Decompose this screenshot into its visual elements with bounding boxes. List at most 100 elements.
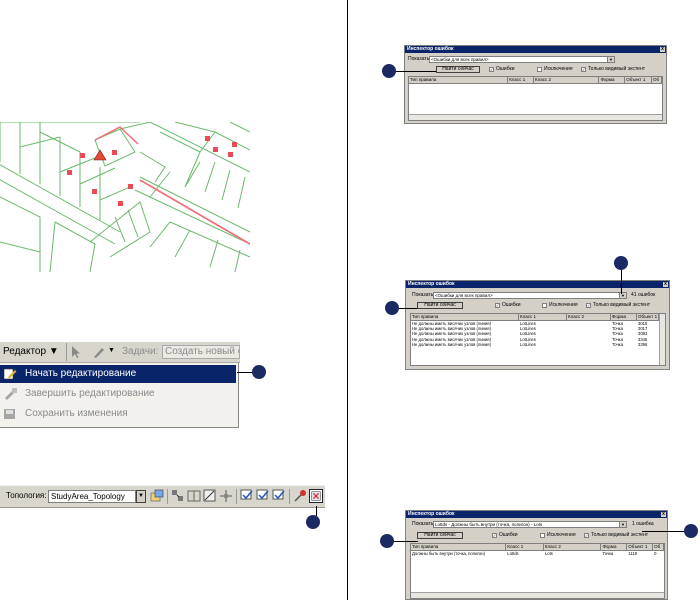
visible-extent-label: Только видимый экстент — [593, 302, 651, 308]
construct-features-icon[interactable] — [203, 489, 217, 503]
chevron-down-icon[interactable]: ▼ — [619, 522, 626, 527]
callout-marker — [380, 534, 394, 548]
start-editing-item[interactable]: Начать редактирование — [0, 365, 236, 383]
validate-all-icon[interactable] — [272, 489, 286, 503]
callout-leader — [237, 372, 253, 373]
find-now-button[interactable]: Найти сейчас — [417, 302, 463, 309]
show-dropdown[interactable]: <Ошибки для всех правил> ▼ — [429, 56, 615, 63]
callout-leader — [621, 270, 622, 294]
show-dropdown[interactable]: LotIds - Должны быть внутри (точка, поли… — [433, 521, 627, 528]
table-header: Тип правила Класс 1 Класс 2 Форма Объект… — [411, 314, 665, 321]
topology-map[interactable] — [0, 122, 250, 272]
find-now-button[interactable]: Найти сейчас — [436, 66, 480, 73]
callout-marker — [684, 524, 698, 538]
callout-leader — [396, 71, 436, 72]
editor-toolbar: Редактор ▼ ▼ Задачи: Создать новый об На… — [0, 342, 240, 428]
topology-edit-tool-icon[interactable] — [171, 489, 185, 503]
errors-table[interactable]: Тип правила Класс 1 Класс 2 Форма Объект… — [408, 76, 663, 121]
chevron-down-icon[interactable]: ▼ — [108, 347, 115, 354]
exceptions-label: Исключения — [547, 532, 576, 538]
show-value: LotIds - Должны быть внутри (точка, поли… — [435, 522, 543, 527]
visible-extent-label: Только видимый экстент — [588, 66, 646, 72]
show-label: Показать: — [408, 56, 431, 62]
chevron-down-icon[interactable]: ▼ — [607, 57, 614, 62]
errors-label: Ошибки — [499, 532, 518, 538]
callout-marker — [614, 256, 628, 270]
callout-leader — [394, 541, 418, 542]
exceptions-label: Исключения — [549, 302, 578, 308]
callout-leader — [642, 531, 684, 532]
shared-features-icon[interactable] — [187, 489, 201, 503]
validate-extent-icon[interactable] — [240, 489, 254, 503]
callout-marker — [382, 64, 396, 78]
window-title: Инспектор ошибок x — [406, 281, 669, 288]
error-count: 1 ошибка — [632, 521, 654, 527]
error-inspector-window-3: Инспектор ошибок x Показать: LotIds - До… — [405, 510, 668, 600]
table-header: Тип правила Класс 1 Класс 2 Форма Объект… — [411, 544, 664, 551]
map-topology-icon[interactable] — [150, 489, 164, 503]
exceptions-label: Исключения — [544, 66, 573, 72]
save-edits-item[interactable]: Сохранить изменения — [0, 405, 236, 423]
chevron-down-icon[interactable]: ▼ — [136, 490, 146, 503]
tasks-label: Задачи: — [122, 346, 159, 357]
show-label: Показать: — [412, 521, 435, 527]
callout-marker — [385, 301, 399, 315]
callout-marker — [306, 515, 320, 529]
stop-editing-item[interactable]: Завершить редактирование — [0, 385, 236, 403]
visible-extent-checkbox[interactable]: ✓ — [586, 303, 591, 308]
stop-editing-icon — [5, 388, 17, 400]
start-editing-icon — [4, 368, 17, 380]
errors-checkbox[interactable]: ✓ — [495, 303, 500, 308]
errors-checkbox[interactable]: ✓ — [489, 67, 494, 72]
table-row[interactable]: Не должны иметь висячих узлов (линия) Lo… — [411, 342, 665, 347]
topology-dropdown[interactable]: StudyArea_Topology — [48, 490, 136, 503]
validate-visible-icon[interactable] — [256, 489, 270, 503]
callout-marker — [252, 365, 266, 379]
topology-label: Топология: — [6, 491, 47, 500]
horizontal-scrollbar[interactable] — [409, 114, 662, 120]
find-now-button[interactable]: Найти сейчас — [417, 532, 463, 539]
errors-checkbox[interactable]: ✓ — [492, 533, 497, 538]
show-label: Показать: — [412, 292, 435, 298]
sketch-tool-icon[interactable] — [92, 345, 106, 359]
page-divider — [347, 0, 348, 600]
editor-bar: Редактор ▼ ▼ Задачи: Создать новый об — [0, 342, 240, 363]
errors-table[interactable]: Тип правила Класс 1 Класс 2 Форма Объект… — [410, 543, 665, 599]
callout-leader — [316, 506, 317, 516]
show-value: <Ошибки для всех правил> — [431, 57, 489, 62]
topology-value: StudyArea_Topology — [51, 492, 125, 501]
show-value: <Ошибки для всех правил> — [435, 293, 493, 298]
exceptions-checkbox[interactable] — [537, 67, 542, 72]
fix-topology-error-icon[interactable] — [293, 489, 307, 503]
exceptions-checkbox[interactable] — [542, 303, 547, 308]
error-inspector-window-2: Инспектор ошибок x Показать: <Ошибки для… — [405, 280, 670, 370]
show-dropdown[interactable]: <Ошибки для всех правил> ▼ — [433, 292, 627, 299]
window-title: Инспектор ошибок x — [406, 511, 667, 518]
error-inspector-icon[interactable] — [309, 489, 323, 503]
vertical-scrollbar[interactable] — [659, 314, 665, 365]
editor-menu: Начать редактирование Завершить редактир… — [0, 363, 239, 428]
error-count: 41 ошибок — [631, 292, 656, 298]
exceptions-checkbox[interactable] — [540, 533, 545, 538]
errors-table[interactable]: Тип правила Класс 1 Класс 2 Форма Объект… — [410, 313, 666, 366]
table-row[interactable]: Должны быть внутри (точка, полигон) LotI… — [411, 551, 664, 556]
callout-leader — [399, 308, 417, 309]
close-button[interactable]: x — [661, 512, 666, 517]
editor-menu-button[interactable]: Редактор ▼ — [3, 346, 59, 357]
visible-extent-checkbox[interactable]: ✓ — [581, 67, 586, 72]
errors-label: Ошибки — [496, 66, 515, 72]
horizontal-scrollbar[interactable] — [411, 592, 664, 598]
table-body: Не должны иметь висячих узлов (линия) Lo… — [411, 321, 665, 347]
planarize-lines-icon[interactable] — [219, 489, 233, 503]
close-button[interactable]: x — [660, 47, 665, 52]
menu-item-label: Начать редактирование — [25, 368, 137, 379]
edit-tool-icon[interactable] — [70, 345, 82, 359]
visible-extent-label: Только видимый экстент — [591, 532, 649, 538]
menu-item-label: Завершить редактирование — [25, 388, 155, 399]
errors-label: Ошибки — [502, 302, 521, 308]
tasks-dropdown[interactable]: Создать новый об — [162, 345, 240, 359]
close-button[interactable]: x — [663, 282, 668, 287]
menu-item-label: Сохранить изменения — [25, 408, 128, 419]
error-inspector-window-1: Инспектор ошибок x Показать: <Ошибки для… — [404, 45, 667, 124]
visible-extent-checkbox[interactable]: ✓ — [584, 533, 589, 538]
